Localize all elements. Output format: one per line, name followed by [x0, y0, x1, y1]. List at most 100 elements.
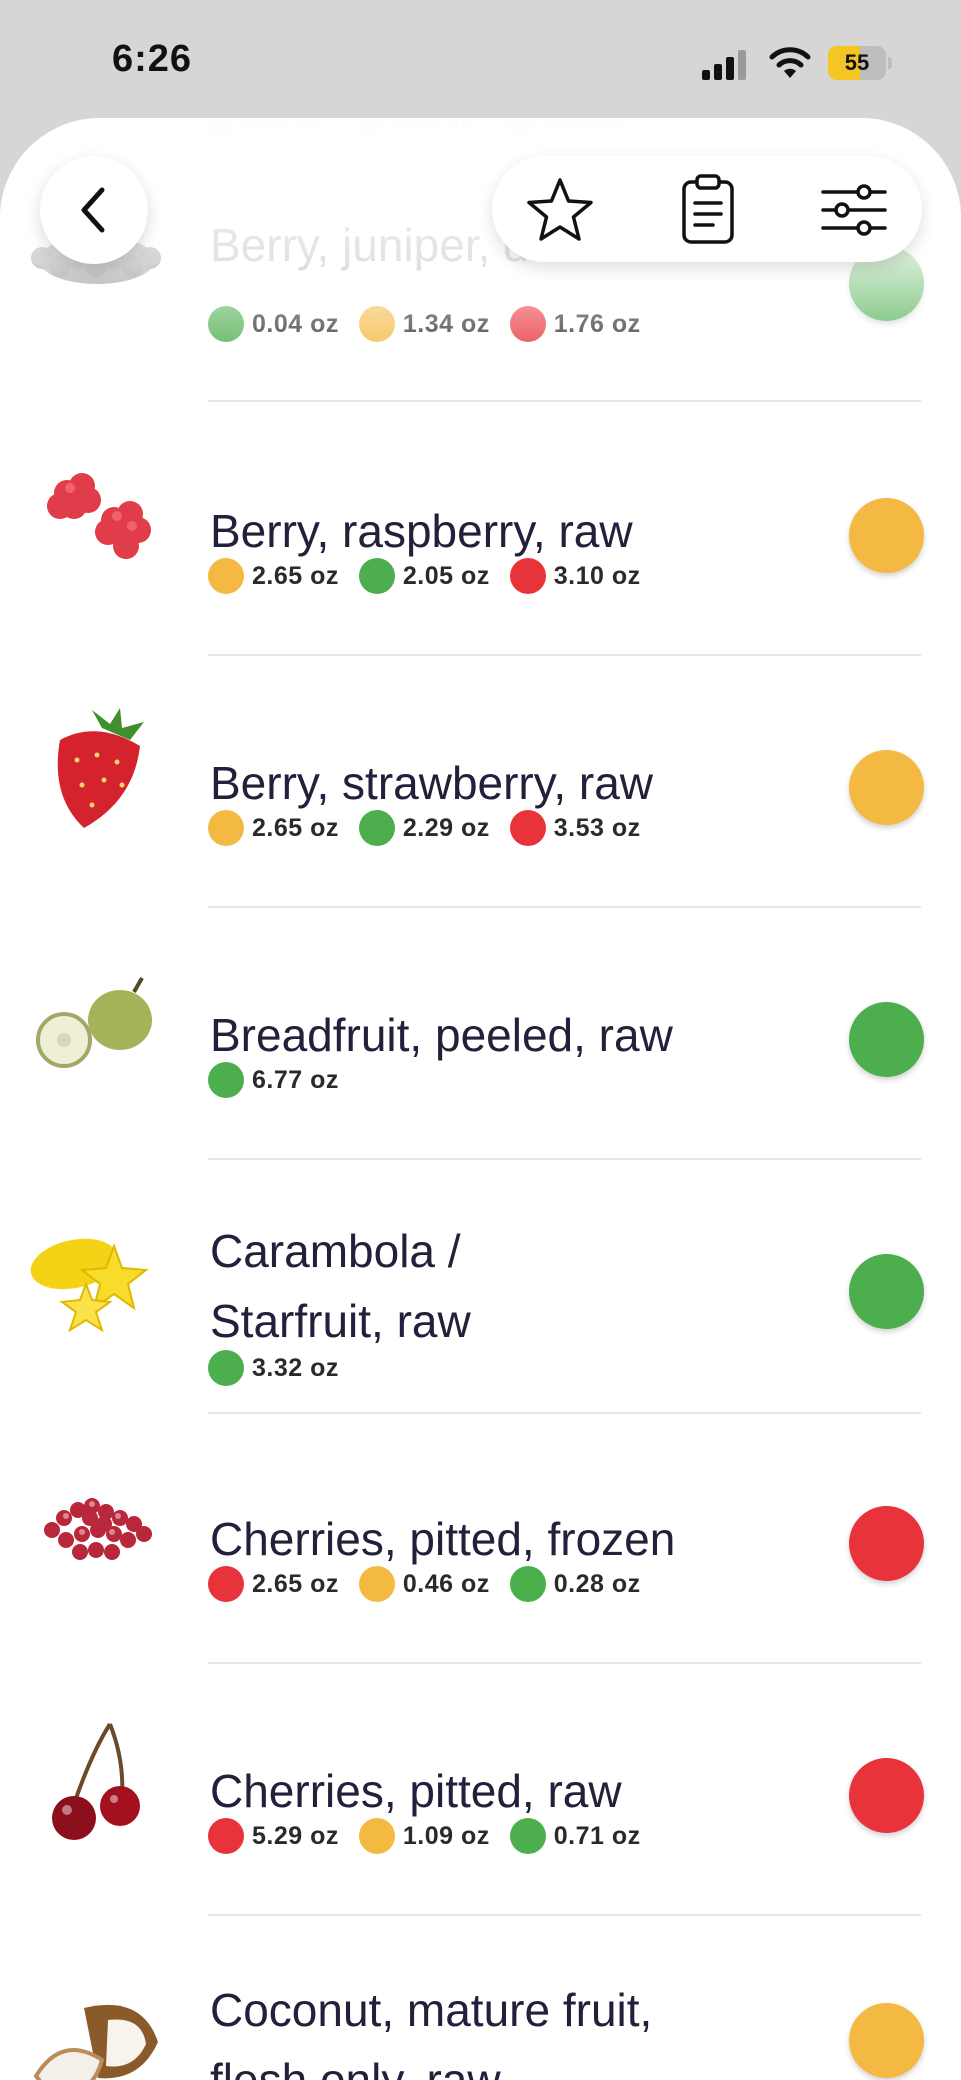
- nutrient-chips: 3.32 oz: [208, 1350, 339, 1386]
- nutrient-chips: 2.65 oz 2.05 oz 3.10 oz: [208, 558, 641, 594]
- nutrient-value: 3.10 oz: [553, 561, 641, 590]
- nutrient-chip: 6.77 oz: [208, 1062, 339, 1098]
- nutrient-chip: 5.29 oz: [208, 1818, 339, 1854]
- nutrient-chips: 6.77 oz: [208, 1062, 339, 1098]
- favorite-button[interactable]: [524, 174, 596, 246]
- nutrient-chip: 3.10 oz: [509, 558, 641, 594]
- clipboard-icon: [682, 174, 734, 244]
- nutrient-value: 0.28 oz: [553, 1569, 641, 1598]
- strawberry-image: [22, 700, 172, 840]
- chevron-left-icon: [81, 187, 105, 233]
- nutrient-chip: 0.04 oz: [208, 306, 339, 342]
- nutrient-value: 2.65 oz: [252, 561, 339, 590]
- green-dot-icon: [208, 1062, 244, 1098]
- nutrient-chip: 0.28 oz: [509, 1566, 641, 1602]
- food-name[interactable]: Carambola / Starfruit, raw: [210, 1216, 540, 1356]
- red-dot-icon: [509, 558, 546, 594]
- nutrient-chip: 2.29 oz: [358, 810, 490, 846]
- frozen-cherries-image: [22, 1460, 172, 1600]
- orange-dot-icon: [358, 1566, 395, 1602]
- nutrient-chips: 0.04 oz 1.34 oz 1.76 oz: [208, 306, 641, 342]
- green-dot-icon: [208, 306, 244, 342]
- food-name[interactable]: Berry, strawberry, raw: [210, 748, 770, 818]
- food-list-sheet: 0.00 oz 0.00 oz 0.00 oz Berry, juniper, …: [0, 118, 961, 2080]
- coconut-image: [22, 1964, 172, 2080]
- nutrient-value: 2.29 oz: [402, 813, 490, 842]
- orange-dot-icon: [208, 810, 244, 846]
- starfruit-image: [22, 1204, 172, 1344]
- green-dot-icon: [208, 1350, 244, 1386]
- back-button[interactable]: [40, 156, 148, 264]
- nutrient-value: 2.65 oz: [252, 813, 339, 842]
- green-dot-icon: [509, 1818, 546, 1854]
- row-divider: [208, 1914, 921, 1916]
- nutrient-value: 0.04 oz: [252, 309, 339, 338]
- nutrient-chip: 3.32 oz: [208, 1350, 339, 1386]
- nutrient-value: 6.77 oz: [252, 1065, 339, 1094]
- row-divider: [208, 906, 921, 908]
- food-name[interactable]: Berry, raspberry, raw: [210, 496, 770, 566]
- rating-status-indicator: [849, 498, 924, 573]
- red-dot-icon: [208, 1818, 244, 1854]
- nutrient-chips: 2.65 oz 2.29 oz 3.53 oz: [208, 810, 641, 846]
- red-dot-icon: [509, 810, 546, 846]
- food-name[interactable]: Cherries, pitted, raw: [210, 1756, 770, 1826]
- status-time: 6:26: [112, 38, 193, 80]
- nutrient-chips: 2.65 oz 0.46 oz 0.28 oz: [208, 1566, 641, 1602]
- nutrient-value: 1.09 oz: [402, 1821, 490, 1850]
- rating-status-indicator: [849, 2003, 924, 2078]
- food-name[interactable]: Coconut, mature fruit, flesh only, raw: [210, 1975, 730, 2080]
- nutrient-chip: 2.65 oz: [208, 1566, 339, 1602]
- nutrient-chip: 2.65 oz: [208, 558, 339, 594]
- battery-percentage: 55: [844, 50, 870, 75]
- sliders-icon: [821, 184, 887, 236]
- nutrient-value: 0.71 oz: [553, 1821, 641, 1850]
- cellular-signal-icon: [702, 50, 746, 80]
- breadfruit-image: [22, 952, 172, 1092]
- toolbar: [492, 156, 922, 262]
- cherries-image: [22, 1712, 172, 1852]
- row-divider: [208, 1412, 921, 1414]
- row-divider: [208, 400, 921, 402]
- nutrient-chip: 0.71 oz: [509, 1818, 641, 1854]
- row-divider: [208, 1662, 921, 1664]
- rating-status-indicator: [849, 1002, 924, 1077]
- rating-status-indicator: [849, 750, 924, 825]
- clipboard-button[interactable]: [672, 174, 744, 246]
- nutrient-value: 3.32 oz: [252, 1353, 339, 1382]
- row-divider: [208, 654, 921, 656]
- raspberry-image: [22, 448, 172, 588]
- status-bar: 6:26 55: [0, 0, 961, 118]
- rating-status-indicator: [849, 1254, 924, 1329]
- wifi-icon: [769, 47, 811, 78]
- nutrient-chip: 0.46 oz: [358, 1566, 490, 1602]
- rating-status-indicator: [849, 1506, 924, 1581]
- nutrient-value: 5.29 oz: [252, 1821, 339, 1850]
- red-dot-icon: [208, 1566, 244, 1602]
- previous-row-peek: 0.00 oz 0.00 oz 0.00 oz: [206, 118, 622, 135]
- nutrient-value: 2.05 oz: [402, 561, 490, 590]
- green-dot-icon: [509, 1566, 546, 1602]
- green-dot-icon: [358, 810, 395, 846]
- filter-button[interactable]: [818, 174, 890, 246]
- food-name[interactable]: Cherries, pitted, frozen: [210, 1504, 770, 1574]
- star-icon: [527, 178, 593, 241]
- green-dot-icon: [358, 558, 395, 594]
- row-divider: [208, 1158, 921, 1160]
- nutrient-chip: 1.34 oz: [358, 306, 490, 342]
- battery-indicator: 55: [828, 46, 892, 80]
- food-name[interactable]: Breadfruit, peeled, raw: [210, 1000, 770, 1070]
- orange-dot-icon: [358, 306, 395, 342]
- nutrient-chip: 2.05 oz: [358, 558, 490, 594]
- nutrient-chip: 1.09 oz: [358, 1818, 490, 1854]
- nutrient-value: 1.76 oz: [553, 309, 641, 338]
- nutrient-chip: 2.65 oz: [208, 810, 339, 846]
- nutrient-value: 0.46 oz: [402, 1569, 490, 1598]
- nutrient-value: 2.65 oz: [252, 1569, 339, 1598]
- nutrient-value: 1.34 oz: [402, 309, 490, 338]
- nutrient-chip: 1.76 oz: [509, 306, 641, 342]
- orange-dot-icon: [358, 1818, 395, 1854]
- nutrient-value: 3.53 oz: [553, 813, 641, 842]
- nutrient-chips: 5.29 oz 1.09 oz 0.71 oz: [208, 1818, 641, 1854]
- rating-status-indicator: [849, 1758, 924, 1833]
